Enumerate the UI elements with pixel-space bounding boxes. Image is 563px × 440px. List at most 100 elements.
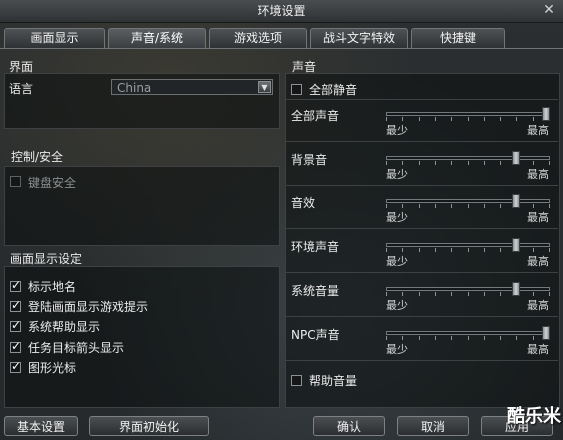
language-label: 语言 [9,82,34,96]
slider-min-label: 最少 [386,211,408,224]
mute-all-checkbox[interactable] [291,84,302,95]
slider-tick [516,336,517,340]
slider-tick [484,248,485,252]
slider-tick [533,117,534,121]
quest-arrow-label: 任务目标箭头显示 [28,341,125,355]
slider-tick [402,292,403,296]
slider-tick [468,161,469,165]
volume-slider-knob[interactable] [512,282,520,296]
slider-tick [533,292,534,296]
slider-tick [468,336,469,340]
slider-tick [500,161,501,165]
volume-slider-knob[interactable] [512,151,520,165]
volume-slider-label: 环境声音 [291,240,340,254]
language-select[interactable]: China ▼ [111,79,273,95]
volume-slider-knob[interactable] [542,326,550,340]
show-place-names-checkbox[interactable]: ✓ [10,278,21,292]
volume-slider-knob[interactable] [512,194,520,208]
slider-tick [451,117,452,121]
slider-tick [484,161,485,165]
slider-tick [484,204,485,208]
system-help-label: 系统帮助显示 [28,320,101,334]
graphic-cursor-label: 图形光标 [28,361,77,375]
cancel-button[interactable]: 取消 [397,416,469,436]
row-separator [285,99,558,100]
slider-tick [500,248,501,252]
slider-tick [516,117,517,121]
row-separator [285,316,558,317]
volume-slider-track[interactable] [386,156,550,160]
login-tips-label: 登陆画面显示游戏提示 [28,300,149,314]
keyboard-security-label: 键盘安全 [28,176,77,190]
slider-max-label: 最高 [527,255,549,268]
tab-combat-text-effects[interactable]: 战斗文字特效 [310,28,408,48]
close-icon[interactable]: ✕ [541,2,557,18]
system-help-checkbox[interactable]: ✓ [10,318,21,332]
help-volume-checkbox[interactable] [291,375,302,386]
slider-tick [402,248,403,252]
slider-tick [500,336,501,340]
slider-tick [533,248,534,252]
slider-max-label: 最高 [527,168,549,181]
volume-slider-label: NPC声音 [291,328,340,342]
slider-tick [549,292,550,296]
volume-slider-knob[interactable] [542,107,550,121]
confirm-button[interactable]: 确认 [313,416,385,436]
volume-slider-label: 背景音 [291,153,328,167]
control-security-title: 控制/安全 [11,150,64,164]
tab-game-options[interactable]: 游戏选项 [209,28,307,48]
help-volume-label: 帮助音量 [309,374,358,388]
window-title: 环境设置 [257,4,306,18]
volume-slider-track[interactable] [386,199,550,203]
slider-tick [500,204,501,208]
volume-slider-track[interactable] [386,287,550,291]
tab-display[interactable]: 画面显示 [4,28,105,48]
slider-tick [419,336,420,340]
slider-tick [451,248,452,252]
tab-hotkeys[interactable]: 快捷键 [411,28,505,48]
basic-settings-button[interactable]: 基本设置 [4,416,78,436]
slider-tick [484,336,485,340]
slider-tick [500,117,501,121]
volume-slider-track[interactable] [386,112,550,116]
row-separator [285,228,558,229]
slider-tick [533,204,534,208]
quest-arrow-checkbox[interactable]: ✓ [10,339,21,353]
site-watermark: 酷乐米 [507,406,561,427]
tab-sound-system[interactable]: 声音/系统 [108,28,206,48]
chevron-down-icon[interactable]: ▼ [258,81,271,93]
graphic-cursor-checkbox[interactable]: ✓ [10,359,21,373]
slider-tick [451,161,452,165]
slider-tick [500,292,501,296]
volume-slider-track[interactable] [386,331,550,335]
slider-tick [402,161,403,165]
slider-tick [468,292,469,296]
slider-tick [484,292,485,296]
volume-slider-knob[interactable] [512,238,520,252]
slider-tick [533,161,534,165]
slider-tick [419,292,420,296]
slider-min-label: 最少 [386,124,408,137]
slider-max-label: 最高 [527,211,549,224]
keyboard-security-checkbox[interactable] [10,176,21,187]
volume-slider-label: 系统音量 [291,284,340,298]
tab-divider [0,48,563,49]
language-value: China [117,81,152,95]
slider-tick [468,248,469,252]
reset-display-button[interactable]: 界面初始化 [89,416,209,436]
slider-tick [386,248,387,252]
volume-slider-label: 音效 [291,196,316,210]
slider-tick [468,117,469,121]
slider-tick [549,204,550,208]
slider-min-label: 最少 [386,299,408,312]
slider-tick [402,204,403,208]
slider-tick [468,204,469,208]
slider-tick [435,248,436,252]
slider-tick [402,117,403,121]
volume-slider-track[interactable] [386,243,550,247]
login-tips-checkbox[interactable]: ✓ [10,298,21,312]
mute-all-label: 全部静音 [309,83,358,97]
slider-tick [549,161,550,165]
slider-tick [419,204,420,208]
show-place-names-label: 标示地名 [28,280,77,294]
